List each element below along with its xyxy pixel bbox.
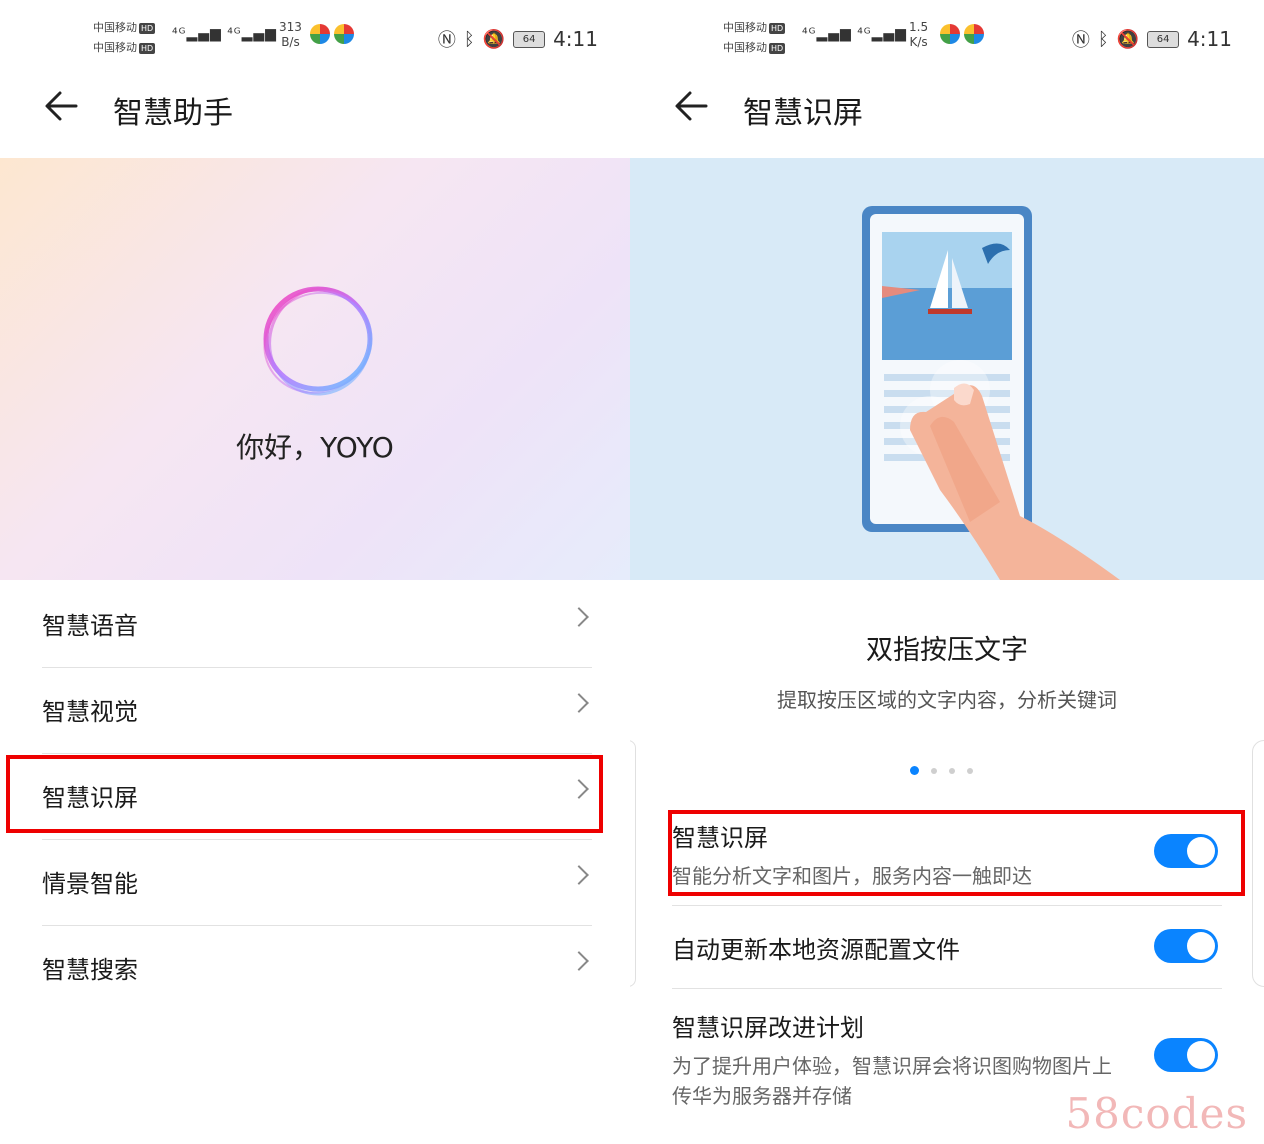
menu-item-search[interactable]: 智慧搜索 [42,926,592,1011]
nfc-icon: Ⓝ [437,30,456,51]
carrier-label: 中国移动 [93,21,137,34]
toggle-knob [1187,932,1215,960]
assistant-menu: 智慧语音 智慧视觉 智慧识屏 情景智能 智慧搜索 [42,582,592,1011]
voice-orb-icon[interactable] [254,276,384,406]
speed-unit: B/s [281,35,300,49]
network-speed: 313 B/s [279,20,302,50]
chevron-right-icon [569,607,589,627]
speed-value: 1.5 [909,20,929,34]
chevron-right-icon [569,693,589,713]
hd-badge: HD [139,23,156,34]
app-bar: 智慧识屏 [630,80,1264,140]
setting-auto-update: 自动更新本地资源配置文件 [672,929,1222,965]
app-notification-icon [334,24,354,44]
prev-card-edge[interactable] [630,740,636,987]
menu-item-screen-recognition[interactable]: 智慧识屏 [42,754,592,840]
menu-item-scene-intelligence[interactable]: 情景智能 [42,840,592,926]
auto-update-toggle[interactable] [1154,929,1218,963]
page-indicator[interactable] [910,766,973,775]
two-finger-press-illustration [862,206,1120,580]
network-speed: 1.5 K/s [909,20,928,50]
left-screen: 中国移动 HD 中国移动 HD ⁴ᴳ▂▄▆ ⁴ᴳ▂▄▆ 313 B/s Ⓝ ᛒ 🔕 … [0,0,630,1144]
status-bar: 中国移动 HD 中国移动 HD ⁴ᴳ▂▄▆ ⁴ᴳ▂▄▆ 1.5 K/s Ⓝ ᛒ 🔕 … [630,14,1264,56]
battery-icon: 64 [1147,30,1180,48]
page-dot[interactable] [967,767,973,774]
toggle-knob [1187,837,1215,865]
toggle-knob [1187,1041,1215,1069]
carousel-title: 双指按压文字 [866,635,1028,666]
menu-item-voice[interactable]: 智慧语音 [42,582,592,668]
menu-item-label: 智慧语音 [42,612,138,640]
speed-value: 313 [279,20,302,34]
carrier-label: 中国移动 [723,21,767,34]
next-card-edge[interactable] [1252,740,1264,987]
page-dot[interactable] [931,767,937,774]
improvement-plan-toggle[interactable] [1154,1038,1218,1072]
chevron-right-icon [569,865,589,885]
setting-label: 自动更新本地资源配置文件 [672,936,960,964]
back-arrow-icon[interactable] [670,84,714,128]
app-notification-icon [940,24,960,44]
menu-item-label: 智慧视觉 [42,698,138,726]
page-title: 智慧助手 [113,96,233,131]
setting-label: 智慧识屏 [672,824,768,852]
status-bar: 中国移动 HD 中国移动 HD ⁴ᴳ▂▄▆ ⁴ᴳ▂▄▆ 313 B/s Ⓝ ᛒ 🔕 … [0,14,630,56]
hd-badge: HD [139,43,156,54]
speed-unit: K/s [909,35,928,49]
menu-item-label: 智慧识屏 [42,784,138,812]
menu-item-label: 情景智能 [42,870,138,898]
greeting-text: 你好，YOYO [236,431,394,464]
clock: 4:11 [1187,27,1232,51]
mute-bell-icon: 🔕 [1116,28,1140,50]
signal-icon: ⁴ᴳ▂▄▆ ⁴ᴳ▂▄▆ [802,26,907,42]
system-status: Ⓝ ᛒ 🔕 64 4:11 [438,26,598,52]
signal-icon: ⁴ᴳ▂▄▆ ⁴ᴳ▂▄▆ [172,26,277,42]
setting-description: 为了提升用户体验，智慧识屏会将识图购物图片上传华为服务器并存储 [672,1054,1112,1108]
menu-item-vision[interactable]: 智慧视觉 [42,668,592,754]
carrier-label: 中国移动 [723,41,767,54]
app-notification-icon [964,24,984,44]
setting-description: 智能分析文字和图片，服务内容一触即达 [672,864,1032,888]
system-status: Ⓝ ᛒ 🔕 64 4:11 [1072,26,1232,52]
app-notification-icon [310,24,330,44]
chevron-right-icon [569,951,589,971]
divider [672,905,1222,906]
tutorial-illustration [630,158,1264,580]
screen-recognition-toggle[interactable] [1154,834,1218,868]
page-dot[interactable] [949,767,955,774]
carousel-description: 提取按压区域的文字内容，分析关键词 [777,688,1117,712]
carrier-info: 中国移动 HD 中国移动 HD [723,18,786,58]
assistant-hero: 你好，YOYO [0,158,630,580]
battery-icon: 64 [513,30,546,48]
setting-screen-recognition: 智慧识屏 智能分析文字和图片，服务内容一触即达 [672,818,1222,891]
chevron-right-icon [569,779,589,799]
hd-badge: HD [769,23,786,34]
bluetooth-icon: ᛒ [463,28,475,50]
back-arrow-icon[interactable] [40,84,84,128]
divider [672,988,1222,989]
hd-badge: HD [769,43,786,54]
page-dot[interactable] [910,766,919,775]
right-screen: 中国移动 HD 中国移动 HD ⁴ᴳ▂▄▆ ⁴ᴳ▂▄▆ 1.5 K/s Ⓝ ᛒ 🔕 … [630,0,1264,1144]
mute-bell-icon: 🔕 [482,28,506,50]
bluetooth-icon: ᛒ [1097,28,1109,50]
carrier-label: 中国移动 [93,41,137,54]
app-bar: 智慧助手 [0,80,630,140]
notification-icons [940,24,988,48]
clock: 4:11 [553,27,598,51]
nfc-icon: Ⓝ [1071,30,1090,51]
menu-item-label: 智慧搜索 [42,956,138,984]
watermark: 58codes [1065,1089,1248,1138]
notification-icons [310,24,358,48]
setting-label: 智慧识屏改进计划 [672,1014,864,1042]
page-title: 智慧识屏 [743,96,863,131]
carrier-info: 中国移动 HD 中国移动 HD [93,18,156,58]
